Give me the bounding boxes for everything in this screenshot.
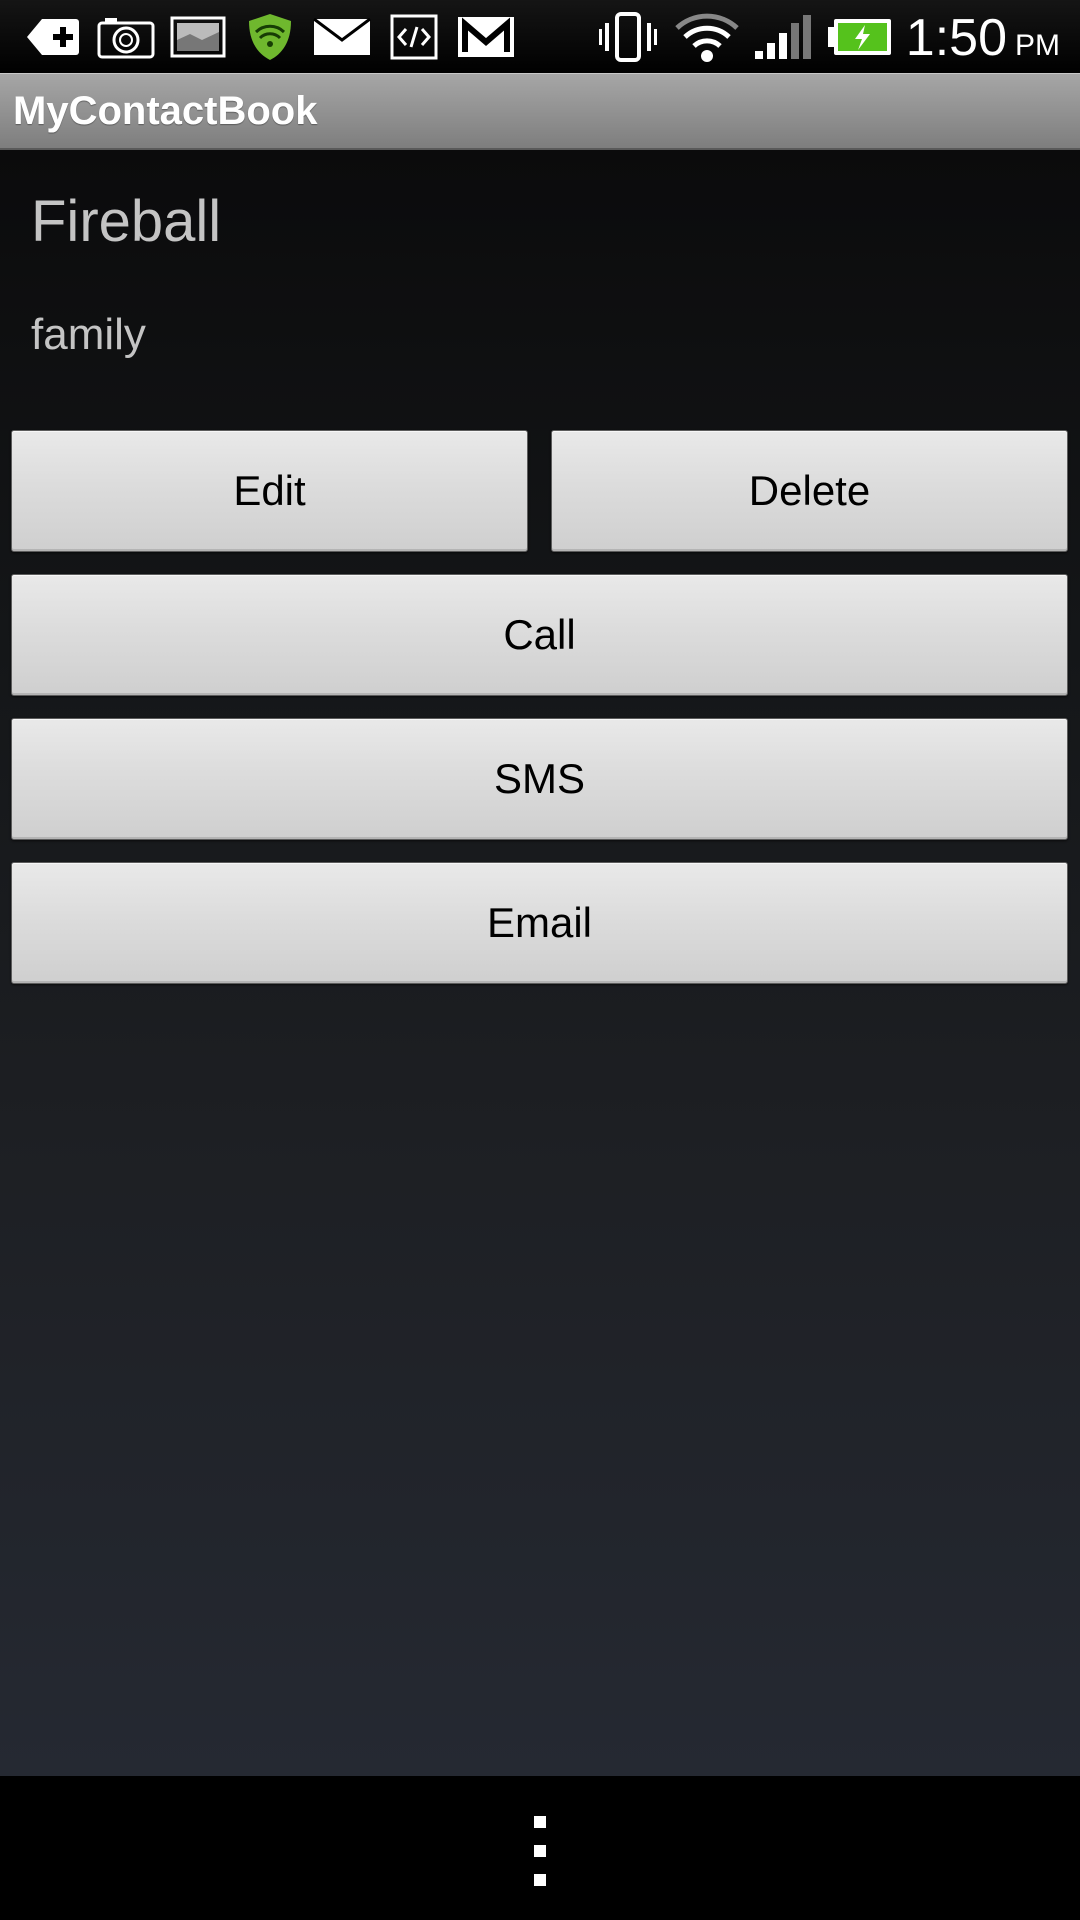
delete-button[interactable]: Delete (551, 430, 1068, 552)
status-bar: 1:50 PM (0, 0, 1080, 73)
menu-dot (534, 1874, 546, 1886)
action-bar: MyContactBook (0, 73, 1080, 150)
sms-button[interactable]: SMS (11, 718, 1068, 840)
status-time: 1:50 PM (906, 8, 1060, 68)
email-button[interactable]: Email (11, 862, 1068, 984)
contact-name: Fireball (31, 189, 222, 254)
menu-dot (534, 1816, 546, 1828)
code-icon (389, 10, 439, 64)
screen: 1:50 PM MyContactBook Fireball family Ed… (0, 0, 1080, 1920)
contact-group: family (31, 310, 146, 359)
app-title: MyContactBook (13, 89, 318, 133)
clock-time: 1:50 (905, 9, 1007, 67)
add-contact-icon (24, 10, 82, 64)
menu-dot (534, 1845, 546, 1857)
camera-icon (96, 10, 156, 64)
vibrate-icon (596, 10, 660, 64)
gmail-icon (456, 10, 516, 64)
signal-icon (752, 10, 814, 64)
wifi-icon (672, 10, 742, 64)
mail-icon (312, 10, 372, 64)
battery-charging-icon (826, 10, 894, 64)
edit-button[interactable]: Edit (11, 430, 528, 552)
gallery-icon (169, 10, 227, 64)
navigation-bar (0, 1776, 1080, 1920)
clock-ampm: PM (1015, 29, 1060, 62)
contact-detail-content: Fireball family Edit Delete Call SMS Ema… (0, 150, 1080, 1776)
security-shield-icon (244, 10, 296, 64)
overflow-menu-icon[interactable] (510, 1816, 570, 1886)
call-button[interactable]: Call (11, 574, 1068, 696)
